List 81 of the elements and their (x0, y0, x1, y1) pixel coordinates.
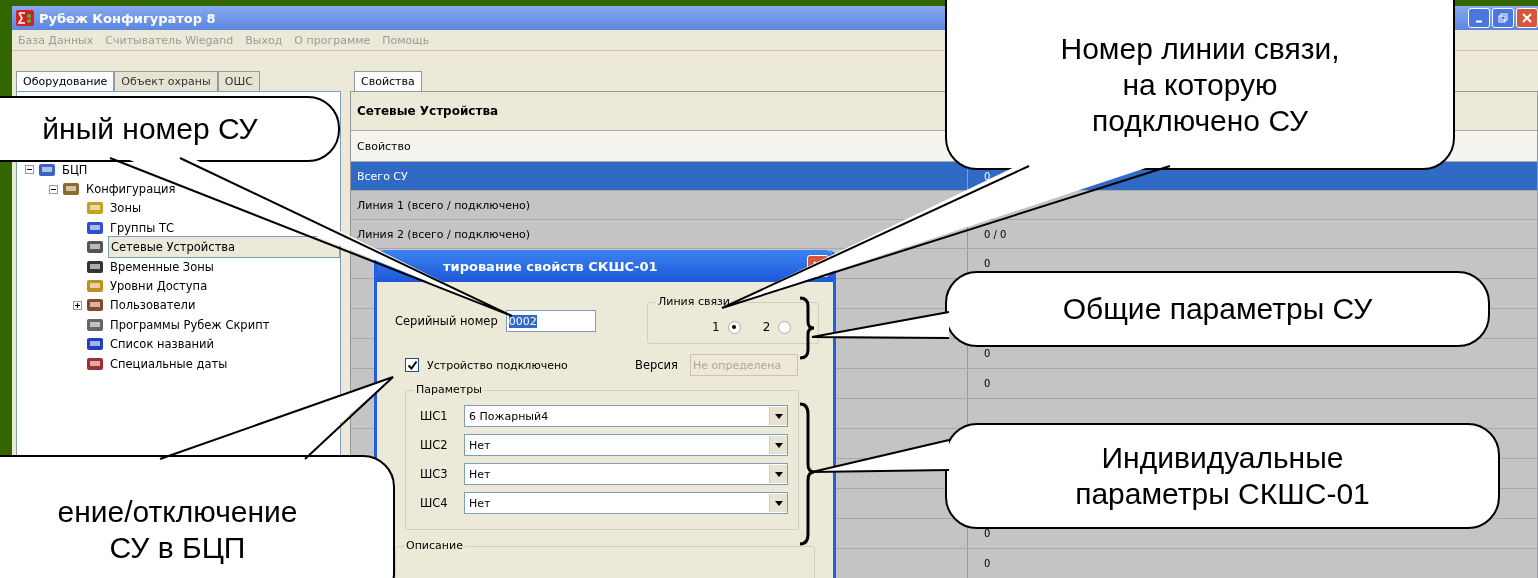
dropdown[interactable]: Нет (464, 434, 788, 456)
group-title: Описание (404, 539, 465, 552)
tree-item[interactable]: Группы ТС (108, 220, 176, 235)
radio-label: 2 (762, 320, 771, 334)
field-label: ШС4 (420, 496, 449, 510)
dropdown[interactable]: Нет (464, 463, 788, 485)
tree-item[interactable]: Программы Рубеж Скрипт (108, 317, 272, 332)
restore-icon (1498, 13, 1508, 23)
field-label: ШС1 (420, 409, 449, 423)
callout-bubble: Общие параметры СУ (945, 271, 1490, 347)
tree-item[interactable]: Список названий (108, 337, 216, 352)
dropdown[interactable]: 6 Пожарный4 (464, 405, 788, 427)
callout-bubble: ение/отключение СУ в БЦП (0, 455, 395, 578)
tree-node-icon (62, 181, 80, 198)
tree-item[interactable]: Сетевые Устройства (108, 236, 340, 259)
tab[interactable]: Свойства (354, 71, 422, 91)
tree-item[interactable]: Временные Зоны (108, 259, 216, 274)
group-title: Параметры (414, 383, 484, 396)
callout-bubble: Номер линии связи, на которую подключено СУ (945, 0, 1455, 170)
radio-button[interactable] (778, 320, 792, 334)
tree-item[interactable]: Уровни Доступа (108, 279, 210, 294)
table-row[interactable]: Линия 1 (всего / подключено) (351, 191, 1537, 220)
table-cell: Всего СУ (357, 169, 408, 183)
caret-icon (774, 471, 783, 477)
panel-title: Сетевые Устройства (357, 104, 499, 118)
tree-node-icon (38, 161, 56, 178)
minimize-button[interactable] (1468, 8, 1490, 28)
tree-item[interactable]: Зоны (108, 201, 143, 216)
tree-node-icon (86, 239, 104, 256)
tree-node-icon (86, 297, 104, 314)
tree-item[interactable]: БЦП (60, 162, 90, 177)
tab[interactable]: Объект охраны (114, 71, 218, 91)
tree-node-icon (86, 336, 104, 353)
tree-item[interactable]: Пользователи (108, 298, 198, 313)
field-label: ШС2 (420, 438, 449, 452)
group-title: Линия связи (656, 295, 733, 308)
table-cell: 0 (984, 170, 991, 182)
dropdown[interactable]: Нет (464, 492, 788, 514)
tree-node-icon (86, 316, 104, 333)
table-cell: 0 (984, 378, 991, 389)
collapse-icon[interactable] (25, 165, 34, 175)
callout-bubble: Индивидуальные параметры СКШС-01 (945, 423, 1500, 529)
expand-icon[interactable] (73, 300, 82, 310)
caret-icon (774, 442, 783, 448)
callout-bubble: йный номер СУ (0, 96, 340, 162)
tree-node-icon (86, 219, 104, 236)
close-icon (1522, 13, 1532, 23)
curly-brace (799, 296, 816, 360)
tree-item[interactable]: Специальные даты (108, 356, 230, 371)
table-cell: Линия 2 (всего / подключено) (357, 227, 531, 241)
restore-button[interactable] (1492, 8, 1514, 28)
table-cell: 0 (984, 528, 991, 539)
caret-icon (774, 413, 783, 419)
table-cell: Линия 1 (всего / подключено) (357, 198, 531, 212)
tree-item[interactable]: Конфигурация (84, 182, 178, 197)
dialog-title: тирование свойств СКШС-01 (443, 258, 658, 274)
field-label: Версия (635, 358, 678, 372)
table-cell: 0 (984, 348, 991, 359)
tree-node-icon (86, 258, 104, 275)
app-logo-icon (16, 10, 34, 26)
minimize-icon (1475, 19, 1483, 23)
tab[interactable]: Оборудование (16, 71, 115, 91)
field-label: Серийный номер (395, 314, 498, 328)
table-cell: 0 / 0 (984, 228, 1007, 240)
collapse-icon[interactable] (49, 184, 58, 194)
checkbox-label: Устройство подключено (427, 358, 569, 372)
tab[interactable]: ОШС (217, 71, 260, 91)
table-row[interactable]: Линия 2 (всего / подключено) 0 / 0 (351, 220, 1537, 249)
table-cell: 0 (984, 258, 991, 269)
radio-label: 1 (712, 320, 720, 334)
tree-node-icon (86, 278, 104, 295)
radio-button[interactable] (727, 320, 741, 334)
tree-node-icon (86, 200, 104, 217)
field-label: ШС3 (420, 467, 449, 481)
close-button[interactable] (1516, 8, 1538, 28)
caret-icon (774, 500, 783, 506)
checkbox[interactable] (405, 358, 419, 372)
window-title: Рубеж Конфигуратор 8 (39, 10, 216, 26)
serial-number-field[interactable]: 0002 (505, 310, 596, 332)
tree-node-icon (86, 355, 104, 372)
table-cell: 0 (984, 558, 991, 569)
